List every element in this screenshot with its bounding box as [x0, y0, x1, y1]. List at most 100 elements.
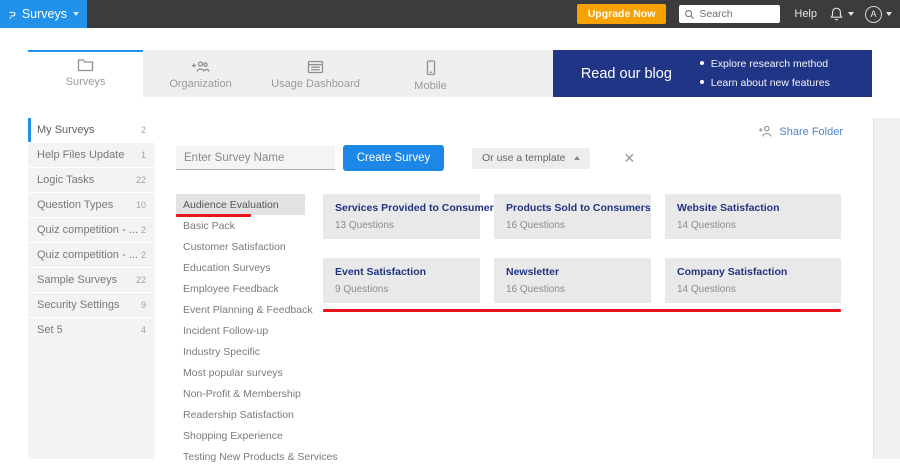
tab-organization[interactable]: Organization — [143, 50, 258, 97]
folder-count-badge: 2 — [141, 250, 146, 260]
template-category[interactable]: Shopping Experience — [176, 425, 305, 446]
folder-count-badge: 2 — [141, 125, 146, 135]
category-label: Employee Feedback — [183, 283, 279, 295]
people-add-icon — [191, 60, 210, 74]
chevron-down-icon — [848, 12, 854, 16]
template-category[interactable]: Incident Follow-up — [176, 320, 305, 341]
content-area: My Surveys 2 Help Files Update 1 Logic T… — [28, 118, 872, 459]
folder-count-badge: 22 — [136, 175, 146, 185]
template-question-count: 16 Questions — [506, 284, 639, 295]
folder-count-badge: 1 — [141, 150, 146, 160]
sidebar-folder-item[interactable]: Question Types 10 — [28, 193, 155, 217]
folder-label: Quiz competition - ... — [37, 224, 141, 236]
sidebar-folder-item[interactable]: Help Files Update 1 — [28, 143, 155, 167]
category-label: Basic Pack — [183, 220, 235, 232]
tab-label: Organization — [169, 78, 231, 90]
bell-icon — [829, 6, 844, 22]
primary-nav-row: Surveys Organization Usage Dashboard — [28, 50, 872, 97]
category-label: Industry Specific — [183, 346, 260, 358]
top-header-bar: Surveys Upgrade Now Help A — [0, 0, 900, 28]
category-label: Most popular surveys — [183, 367, 283, 379]
chevron-down-icon — [886, 12, 892, 16]
share-folder-link[interactable]: Share Folder — [758, 125, 843, 138]
upgrade-now-button[interactable]: Upgrade Now — [577, 4, 667, 24]
template-card[interactable]: Event Satisfaction 9 Questions — [323, 258, 480, 303]
tab-label: Surveys — [66, 76, 106, 88]
dashboard-icon — [307, 60, 324, 74]
category-label: Education Surveys — [183, 262, 271, 274]
folder-count-badge: 2 — [141, 225, 146, 235]
folder-count-badge: 9 — [141, 300, 146, 310]
blog-bullet: Explore research method — [700, 55, 872, 73]
folder-label: Logic Tasks — [37, 174, 136, 186]
template-category[interactable]: Basic Pack — [176, 215, 305, 236]
template-category[interactable]: Readership Satisfaction — [176, 404, 305, 425]
sidebar-folder-item[interactable]: Quiz competition - ... 2 — [28, 218, 155, 242]
sidebar-folder-item[interactable]: Set 5 4 — [28, 318, 155, 342]
template-card[interactable]: Newsletter 16 Questions — [494, 258, 651, 303]
create-survey-button[interactable]: Create Survey — [343, 145, 444, 171]
header-actions: Upgrade Now Help A — [577, 4, 900, 24]
template-category[interactable]: Most popular surveys — [176, 362, 305, 383]
folder-label: My Surveys — [37, 124, 141, 136]
mobile-icon — [425, 60, 437, 76]
product-switcher[interactable]: Surveys — [0, 0, 87, 28]
close-icon[interactable]: ✕ — [623, 151, 635, 165]
tab-mobile[interactable]: Mobile — [373, 50, 488, 97]
folder-label: Question Types — [37, 199, 136, 211]
category-label: Testing New Products & Services — [183, 451, 338, 463]
share-folder-label: Share Folder — [779, 126, 843, 138]
account-menu[interactable]: A — [865, 6, 892, 23]
read-our-blog-banner[interactable]: Read our blog Explore research method Le… — [553, 50, 872, 97]
survey-name-input[interactable] — [176, 146, 335, 170]
template-category[interactable]: Industry Specific — [176, 341, 305, 362]
global-search[interactable] — [679, 5, 780, 23]
chevron-up-icon — [574, 156, 580, 160]
category-label: Customer Satisfaction — [183, 241, 286, 253]
template-category[interactable]: Non-Profit & Membership — [176, 383, 305, 404]
category-label: Event Planning & Feedback — [183, 304, 313, 316]
tab-surveys[interactable]: Surveys — [28, 50, 143, 97]
blog-bullet: Learn about new features — [700, 74, 872, 92]
sidebar-folder-item[interactable]: Security Settings 9 — [28, 293, 155, 317]
sidebar-folder-item[interactable]: Sample Surveys 22 — [28, 268, 155, 292]
sidebar-filler — [28, 342, 155, 459]
template-category[interactable]: Audience Evaluation — [176, 194, 305, 215]
category-label: Non-Profit & Membership — [183, 388, 301, 400]
avatar: A — [865, 6, 882, 23]
template-question-count: 14 Questions — [677, 220, 829, 231]
template-category[interactable]: Event Planning & Feedback — [176, 299, 305, 320]
template-question-count: 14 Questions — [677, 284, 829, 295]
sidebar-folder-item[interactable]: Logic Tasks 22 — [28, 168, 155, 192]
template-title: Event Satisfaction — [335, 266, 468, 278]
folder-icon — [77, 58, 94, 72]
use-template-dropdown[interactable]: Or use a template — [472, 148, 590, 169]
template-card[interactable]: Products Sold to Consumers 16 Questions — [494, 194, 651, 239]
current-product-label: Surveys — [22, 7, 67, 21]
questionpro-logo-icon — [8, 5, 16, 24]
help-link[interactable]: Help — [794, 8, 817, 20]
sidebar-folder-item[interactable]: Quiz competition - ... 2 — [28, 243, 155, 267]
template-category[interactable]: Customer Satisfaction — [176, 236, 305, 257]
sidebar-folder-item[interactable]: My Surveys 2 — [28, 118, 155, 142]
main-panel: Share Folder Create Survey Or use a temp… — [155, 118, 872, 459]
search-input[interactable] — [699, 8, 771, 20]
template-title: Services Provided to Consumers — [335, 202, 468, 214]
folder-label: Sample Surveys — [37, 274, 136, 286]
template-card[interactable]: Company Satisfaction 14 Questions — [665, 258, 841, 303]
folder-count-badge: 10 — [136, 200, 146, 210]
notifications-menu[interactable] — [829, 6, 854, 22]
template-category[interactable]: Employee Feedback — [176, 278, 305, 299]
template-card[interactable]: Website Satisfaction 14 Questions — [665, 194, 841, 239]
folder-label: Quiz competition - ... — [37, 249, 141, 261]
template-category[interactable]: Education Surveys — [176, 257, 305, 278]
template-cards-zone: Services Provided to Consumers 13 Questi… — [323, 194, 841, 467]
template-category[interactable]: Testing New Products & Services — [176, 446, 305, 467]
create-survey-row: Create Survey Or use a template ✕ — [176, 145, 872, 171]
tab-usage-dashboard[interactable]: Usage Dashboard — [258, 50, 373, 97]
template-title: Company Satisfaction — [677, 266, 829, 278]
folder-label: Security Settings — [37, 299, 141, 311]
template-title: Products Sold to Consumers — [506, 202, 639, 214]
template-card[interactable]: Services Provided to Consumers 13 Questi… — [323, 194, 480, 239]
category-label: Audience Evaluation — [183, 199, 279, 211]
